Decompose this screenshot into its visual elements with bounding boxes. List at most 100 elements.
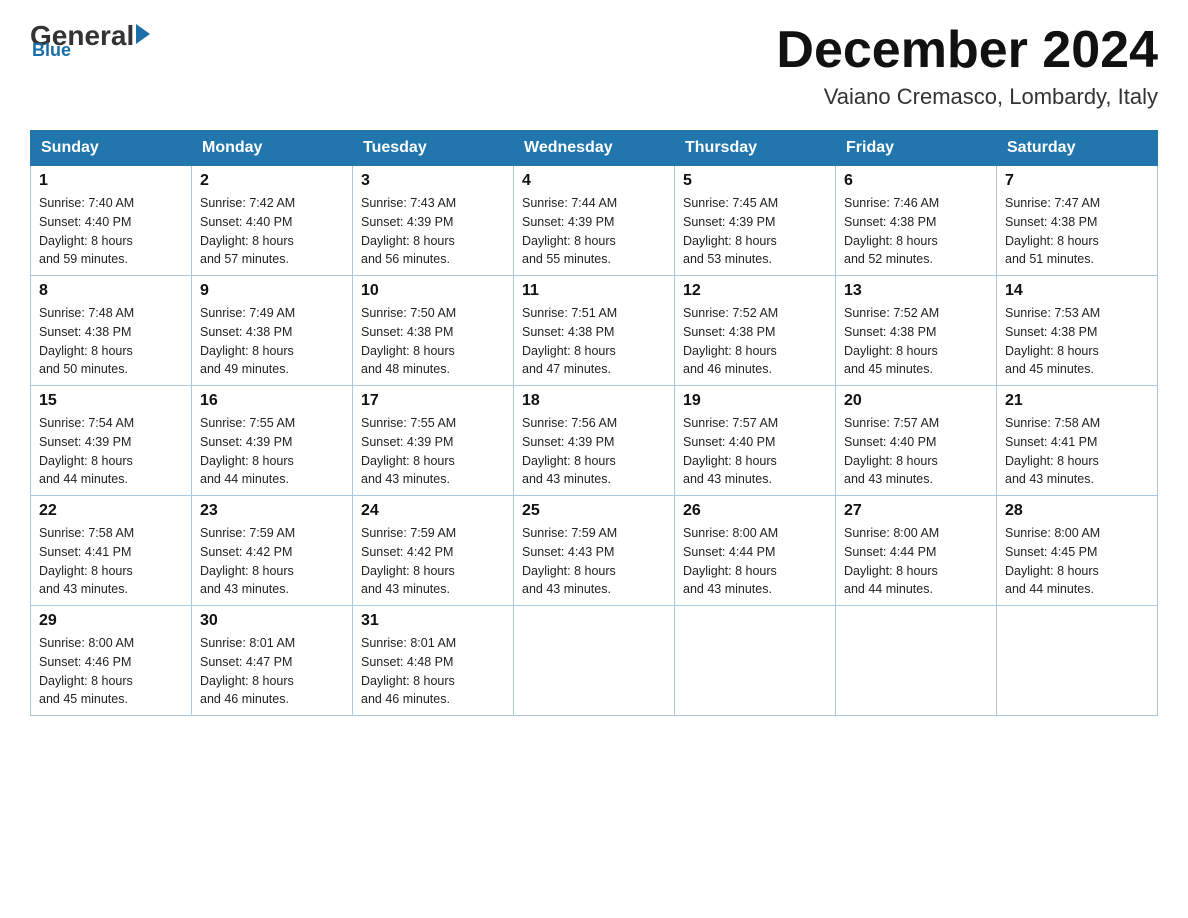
calendar-cell: 22Sunrise: 7:58 AMSunset: 4:41 PMDayligh…: [31, 496, 192, 606]
calendar-header-wednesday: Wednesday: [514, 131, 675, 166]
calendar-cell: 7 Sunrise: 7:47 AMSunset: 4:38 PMDaylight…: [997, 166, 1158, 276]
logo-triangle-icon: [136, 24, 150, 44]
calendar-cell: 11Sunrise: 7:51 AMSunset: 4:38 PMDayligh…: [514, 276, 675, 386]
calendar-cell: 21Sunrise: 7:58 AMSunset: 4:41 PMDayligh…: [997, 386, 1158, 496]
calendar-cell: 31 Sunrise: 8:01 AMSunset: 4:48 PMDayligh…: [353, 606, 514, 716]
day-info: Sunrise: 7:42 AMSunset: 4:40 PMDaylight:…: [200, 194, 344, 269]
logo: General Blue: [30, 20, 150, 61]
calendar-cell: 23 Sunrise: 7:59 AMSunset: 4:42 PMDayligh…: [192, 496, 353, 606]
day-info: Sunrise: 7:47 AMSunset: 4:38 PMDaylight:…: [1005, 194, 1149, 269]
day-info: Sunrise: 7:58 AMSunset: 4:41 PMDaylight:…: [1005, 414, 1149, 489]
calendar-cell: 1 Sunrise: 7:40 AMSunset: 4:40 PMDaylight…: [31, 166, 192, 276]
day-number: 14: [1005, 282, 1149, 300]
day-number: 22: [39, 502, 183, 520]
day-number: 5: [683, 172, 827, 190]
calendar-cell: 16Sunrise: 7:55 AMSunset: 4:39 PMDayligh…: [192, 386, 353, 496]
day-number: 7: [1005, 172, 1149, 190]
day-info: Sunrise: 7:51 AMSunset: 4:38 PMDaylight:…: [522, 304, 666, 379]
day-number: 10: [361, 282, 505, 300]
calendar-cell: 13Sunrise: 7:52 AMSunset: 4:38 PMDayligh…: [836, 276, 997, 386]
calendar-header-row: SundayMondayTuesdayWednesdayThursdayFrid…: [31, 131, 1158, 166]
calendar-table: SundayMondayTuesdayWednesdayThursdayFrid…: [30, 130, 1158, 716]
calendar-cell: 5 Sunrise: 7:45 AMSunset: 4:39 PMDaylight…: [675, 166, 836, 276]
day-number: 13: [844, 282, 988, 300]
title-block: December 2024 Vaiano Cremasco, Lombardy,…: [776, 20, 1158, 110]
day-info: Sunrise: 7:46 AMSunset: 4:38 PMDaylight:…: [844, 194, 988, 269]
day-info: Sunrise: 7:45 AMSunset: 4:39 PMDaylight:…: [683, 194, 827, 269]
calendar-cell: 19 Sunrise: 7:57 AMSunset: 4:40 PMDayligh…: [675, 386, 836, 496]
day-number: 25: [522, 502, 666, 520]
day-number: 18: [522, 392, 666, 410]
day-info: Sunrise: 8:01 AMSunset: 4:48 PMDaylight:…: [361, 634, 505, 709]
calendar-cell: 9Sunrise: 7:49 AMSunset: 4:38 PMDaylight…: [192, 276, 353, 386]
calendar-cell: 2 Sunrise: 7:42 AMSunset: 4:40 PMDaylight…: [192, 166, 353, 276]
day-number: 1: [39, 172, 183, 190]
day-info: Sunrise: 7:59 AMSunset: 4:42 PMDaylight:…: [200, 524, 344, 599]
day-info: Sunrise: 7:56 AMSunset: 4:39 PMDaylight:…: [522, 414, 666, 489]
page-header: General Blue December 2024 Vaiano Cremas…: [30, 20, 1158, 110]
logo-blue-text: Blue: [32, 40, 71, 61]
day-info: Sunrise: 7:50 AMSunset: 4:38 PMDaylight:…: [361, 304, 505, 379]
calendar-subtitle: Vaiano Cremasco, Lombardy, Italy: [776, 84, 1158, 110]
calendar-cell: [997, 606, 1158, 716]
calendar-cell: 17 Sunrise: 7:55 AMSunset: 4:39 PMDayligh…: [353, 386, 514, 496]
calendar-week-row-5: 29 Sunrise: 8:00 AMSunset: 4:46 PMDayligh…: [31, 606, 1158, 716]
day-number: 2: [200, 172, 344, 190]
day-info: Sunrise: 7:44 AMSunset: 4:39 PMDaylight:…: [522, 194, 666, 269]
day-number: 31: [361, 612, 505, 630]
calendar-cell: 28 Sunrise: 8:00 AMSunset: 4:45 PMDayligh…: [997, 496, 1158, 606]
day-number: 19: [683, 392, 827, 410]
calendar-cell: 4Sunrise: 7:44 AMSunset: 4:39 PMDaylight…: [514, 166, 675, 276]
day-number: 24: [361, 502, 505, 520]
day-info: Sunrise: 7:48 AMSunset: 4:38 PMDaylight:…: [39, 304, 183, 379]
day-info: Sunrise: 7:49 AMSunset: 4:38 PMDaylight:…: [200, 304, 344, 379]
calendar-cell: 29 Sunrise: 8:00 AMSunset: 4:46 PMDayligh…: [31, 606, 192, 716]
calendar-header-sunday: Sunday: [31, 131, 192, 166]
calendar-cell: 27 Sunrise: 8:00 AMSunset: 4:44 PMDayligh…: [836, 496, 997, 606]
calendar-cell: 18 Sunrise: 7:56 AMSunset: 4:39 PMDayligh…: [514, 386, 675, 496]
day-number: 29: [39, 612, 183, 630]
calendar-cell: 14Sunrise: 7:53 AMSunset: 4:38 PMDayligh…: [997, 276, 1158, 386]
calendar-cell: [675, 606, 836, 716]
calendar-cell: 25 Sunrise: 7:59 AMSunset: 4:43 PMDayligh…: [514, 496, 675, 606]
calendar-header-thursday: Thursday: [675, 131, 836, 166]
day-info: Sunrise: 8:01 AMSunset: 4:47 PMDaylight:…: [200, 634, 344, 709]
calendar-cell: [514, 606, 675, 716]
day-info: Sunrise: 8:00 AMSunset: 4:44 PMDaylight:…: [683, 524, 827, 599]
day-info: Sunrise: 7:55 AMSunset: 4:39 PMDaylight:…: [200, 414, 344, 489]
day-number: 3: [361, 172, 505, 190]
calendar-title: December 2024: [776, 20, 1158, 80]
day-number: 15: [39, 392, 183, 410]
day-number: 6: [844, 172, 988, 190]
calendar-header-friday: Friday: [836, 131, 997, 166]
day-number: 28: [1005, 502, 1149, 520]
day-number: 8: [39, 282, 183, 300]
calendar-cell: 3 Sunrise: 7:43 AMSunset: 4:39 PMDaylight…: [353, 166, 514, 276]
calendar-header-tuesday: Tuesday: [353, 131, 514, 166]
day-info: Sunrise: 7:40 AMSunset: 4:40 PMDaylight:…: [39, 194, 183, 269]
calendar-cell: 24 Sunrise: 7:59 AMSunset: 4:42 PMDayligh…: [353, 496, 514, 606]
calendar-cell: [836, 606, 997, 716]
calendar-week-row-4: 22Sunrise: 7:58 AMSunset: 4:41 PMDayligh…: [31, 496, 1158, 606]
day-info: Sunrise: 7:57 AMSunset: 4:40 PMDaylight:…: [683, 414, 827, 489]
day-info: Sunrise: 7:59 AMSunset: 4:42 PMDaylight:…: [361, 524, 505, 599]
day-info: Sunrise: 7:55 AMSunset: 4:39 PMDaylight:…: [361, 414, 505, 489]
day-number: 17: [361, 392, 505, 410]
day-number: 23: [200, 502, 344, 520]
day-number: 27: [844, 502, 988, 520]
day-info: Sunrise: 8:00 AMSunset: 4:46 PMDaylight:…: [39, 634, 183, 709]
calendar-cell: 26 Sunrise: 8:00 AMSunset: 4:44 PMDayligh…: [675, 496, 836, 606]
day-info: Sunrise: 7:43 AMSunset: 4:39 PMDaylight:…: [361, 194, 505, 269]
day-number: 30: [200, 612, 344, 630]
day-info: Sunrise: 8:00 AMSunset: 4:44 PMDaylight:…: [844, 524, 988, 599]
day-info: Sunrise: 7:59 AMSunset: 4:43 PMDaylight:…: [522, 524, 666, 599]
calendar-cell: 6 Sunrise: 7:46 AMSunset: 4:38 PMDaylight…: [836, 166, 997, 276]
day-info: Sunrise: 8:00 AMSunset: 4:45 PMDaylight:…: [1005, 524, 1149, 599]
day-info: Sunrise: 7:54 AMSunset: 4:39 PMDaylight:…: [39, 414, 183, 489]
calendar-week-row-3: 15 Sunrise: 7:54 AMSunset: 4:39 PMDayligh…: [31, 386, 1158, 496]
calendar-week-row-2: 8 Sunrise: 7:48 AMSunset: 4:38 PMDaylight…: [31, 276, 1158, 386]
calendar-cell: 15 Sunrise: 7:54 AMSunset: 4:39 PMDayligh…: [31, 386, 192, 496]
calendar-cell: 30 Sunrise: 8:01 AMSunset: 4:47 PMDayligh…: [192, 606, 353, 716]
day-number: 26: [683, 502, 827, 520]
calendar-cell: 10 Sunrise: 7:50 AMSunset: 4:38 PMDayligh…: [353, 276, 514, 386]
